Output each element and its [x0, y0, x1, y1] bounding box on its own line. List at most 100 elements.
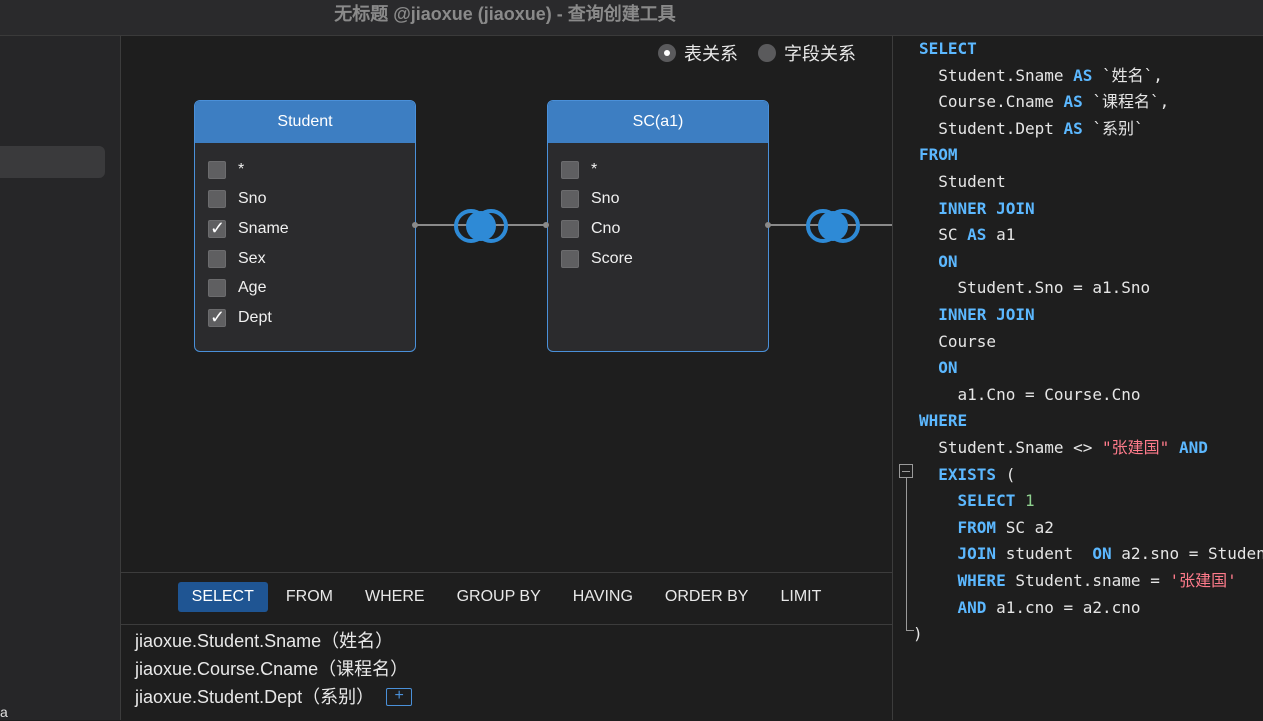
sql-keyword: AS: [1063, 118, 1083, 138]
sql-line: Student: [919, 169, 1006, 196]
sql-text: Student.Dept: [919, 118, 1064, 138]
sql-string: '张建国': [1169, 571, 1237, 590]
sql-keyword: INNER JOIN: [938, 305, 1035, 324]
sql-line: FROM: [919, 142, 958, 169]
sql-line: INNER JOIN: [919, 302, 1035, 329]
sql-text: Student: [919, 172, 1006, 191]
radio-dot-icon[interactable]: [658, 44, 676, 62]
inner-join-icon[interactable]: [449, 206, 513, 246]
sql-text: `课程名`,: [1082, 92, 1170, 112]
field-row[interactable]: *: [195, 155, 415, 185]
sql-keyword: WHERE: [919, 411, 968, 431]
sql-line: a1.Cno = Course.Cno: [919, 382, 1141, 409]
diagram-canvas[interactable]: 表关系 字段关系 Student * Sno Sname Sex Age Dep…: [121, 36, 892, 572]
field-name: Sname: [238, 219, 289, 237]
field-row[interactable]: Sno: [195, 185, 415, 215]
sql-text: Student.Sname: [919, 65, 1074, 85]
field-checkbox[interactable]: [208, 218, 226, 239]
field-row[interactable]: *: [548, 155, 768, 185]
select-column-item[interactable]: jiaoxue.Course.Cname（课程名）: [135, 655, 412, 683]
tab-limit[interactable]: LIMIT: [766, 582, 835, 612]
sql-line: INNER JOIN: [919, 196, 1035, 223]
sidebar: a: [0, 36, 121, 720]
field-checkbox[interactable]: [208, 249, 226, 268]
sidebar-selected-item[interactable]: [0, 146, 105, 178]
sql-text: `姓名`,: [1092, 65, 1163, 85]
sql-keyword: AS: [1063, 92, 1083, 112]
sql-keyword: SELECT: [919, 39, 977, 58]
join-endpoint[interactable]: [543, 222, 549, 228]
table-header[interactable]: Student: [195, 101, 415, 143]
sql-line: JOIN student ON a2.sno = Studen: [919, 541, 1263, 568]
sql-line: ): [913, 621, 923, 648]
field-row[interactable]: Dept: [195, 303, 415, 333]
field-list: * Sno Sname Sex Age Dept: [195, 143, 415, 333]
field-name: Dept: [238, 308, 272, 326]
radio-dot-icon[interactable]: [758, 44, 776, 62]
field-name: *: [591, 160, 598, 178]
tab-where[interactable]: WHERE: [351, 582, 439, 612]
fold-toggle-icon[interactable]: [899, 464, 913, 478]
radio-label: 字段关系: [784, 44, 856, 64]
sql-line: WHERE Student.sname = '张建国': [919, 568, 1237, 595]
select-column-item[interactable]: jiaoxue.Student.Dept（系别） +: [135, 683, 413, 711]
sql-text: Student.Sname <>: [919, 438, 1103, 457]
field-checkbox[interactable]: [208, 279, 226, 298]
field-checkbox[interactable]: [208, 190, 226, 209]
radio-field-relation[interactable]: 字段关系: [758, 40, 856, 66]
join-endpoint[interactable]: [765, 222, 771, 228]
sql-line: Student.Sno = a1.Sno: [919, 275, 1151, 302]
sql-keyword: AND: [957, 597, 987, 617]
radio-table-relation[interactable]: 表关系: [658, 40, 738, 66]
sql-keyword: AND: [1178, 438, 1208, 457]
field-row[interactable]: Cno: [548, 214, 768, 244]
field-checkbox[interactable]: [561, 190, 579, 209]
tab-select[interactable]: SELECT: [177, 582, 268, 612]
sql-keyword: INNER JOIN: [938, 198, 1035, 218]
select-column-list: jiaoxue.Student.Sname（姓名） jiaoxue.Course…: [135, 627, 413, 711]
table-student[interactable]: Student * Sno Sname Sex Age Dept: [194, 100, 416, 352]
sql-line: Student.Dept AS `系别`: [919, 116, 1143, 143]
field-row[interactable]: Sex: [195, 244, 415, 274]
sql-line: Course.Cname AS `课程名`,: [919, 89, 1169, 116]
sql-line: ON: [919, 355, 957, 382]
field-row[interactable]: Score: [548, 244, 768, 274]
join-endpoint[interactable]: [412, 222, 418, 228]
field-checkbox[interactable]: [208, 307, 226, 328]
add-column-button[interactable]: +: [386, 688, 413, 706]
field-row[interactable]: Sname: [195, 214, 415, 244]
sql-text: a1: [986, 225, 1016, 245]
field-row[interactable]: Age: [195, 273, 415, 303]
field-name: Sno: [591, 190, 620, 208]
tab-group-by[interactable]: GROUP BY: [443, 582, 555, 612]
table-sc-a1[interactable]: SC(a1) * Sno Cno Score: [547, 100, 769, 352]
tab-having[interactable]: HAVING: [559, 582, 647, 612]
sql-line: SELECT 1: [919, 488, 1035, 515]
table-header[interactable]: SC(a1): [548, 101, 768, 143]
sql-text: SC a2: [996, 517, 1054, 537]
field-row[interactable]: Sno: [548, 185, 768, 215]
tab-from[interactable]: FROM: [272, 582, 347, 612]
field-checkbox[interactable]: [208, 160, 226, 179]
sql-keyword: AS: [1073, 65, 1093, 85]
sql-editor[interactable]: SELECT Student.Sname AS `姓名`, Course.Cna…: [893, 36, 1263, 720]
inner-join-icon[interactable]: [801, 206, 865, 246]
sql-line: SELECT: [919, 36, 977, 63]
divider: [121, 624, 892, 625]
tab-order-by[interactable]: ORDER BY: [651, 582, 763, 612]
field-checkbox[interactable]: [561, 219, 579, 238]
sql-text: Student.Sno = a1.Sno: [919, 278, 1151, 298]
field-checkbox[interactable]: [561, 160, 579, 179]
sql-text: a1.Cno = Course.Cno: [919, 384, 1141, 404]
field-checkbox[interactable]: [561, 249, 579, 268]
select-column-item[interactable]: jiaoxue.Student.Sname（姓名）: [135, 627, 412, 655]
sql-line: AND a1.cno = a2.cno: [919, 595, 1141, 622]
